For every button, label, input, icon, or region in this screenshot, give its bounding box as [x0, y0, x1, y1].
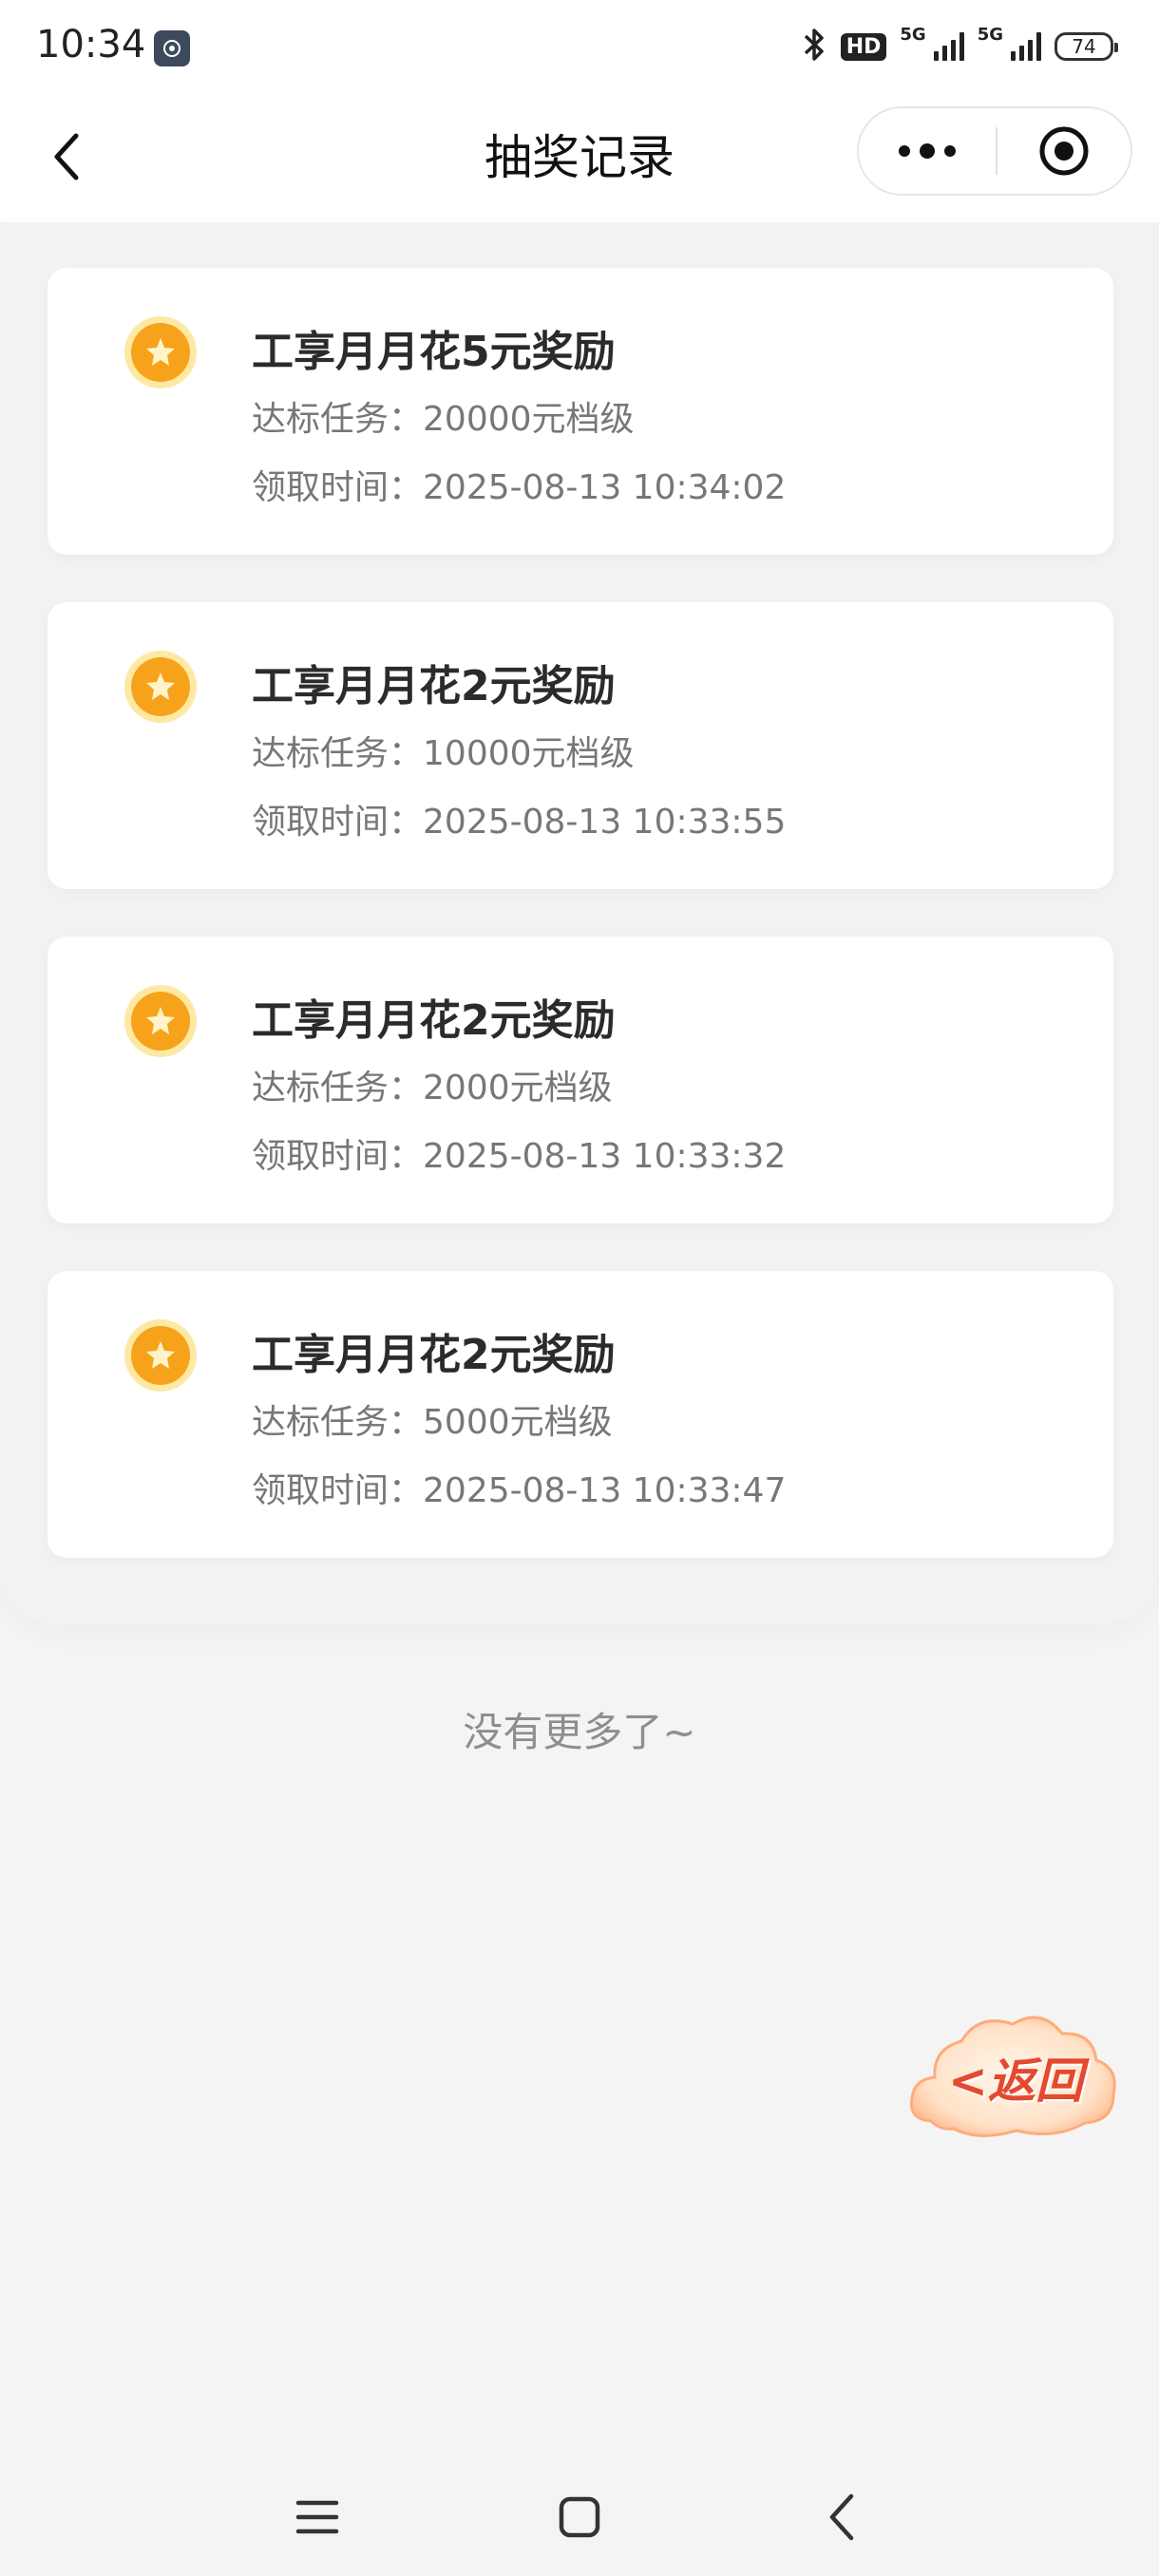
capsule-menu	[857, 106, 1132, 196]
record-time: 领取时间：2025-08-13 10:33:55	[252, 794, 786, 843]
time-value: 2025-08-13 10:33:47	[423, 1471, 787, 1510]
task-value: 5000元档级	[423, 1403, 613, 1442]
star-medal-icon	[124, 985, 197, 1057]
return-label: <返回	[948, 2054, 1083, 2109]
time-value: 2025-08-13 10:33:32	[423, 1137, 787, 1176]
home-icon	[559, 2496, 600, 2538]
menu-icon	[295, 2500, 339, 2534]
time-label: 领取时间：	[252, 1137, 424, 1176]
target-close-icon	[1039, 126, 1089, 176]
status-bar: 10:34 HD 5G 5G 74	[0, 0, 1159, 95]
signal-icon	[933, 32, 964, 61]
record-card[interactable]: 工享月月花5元奖励 达标任务：20000元档级 领取时间：2025-08-13 10…	[48, 268, 1113, 555]
record-card[interactable]: 工享月月花2元奖励 达标任务：5000元档级 领取时间：2025-08-13 10:…	[48, 1271, 1113, 1558]
close-button[interactable]	[998, 108, 1130, 194]
record-card[interactable]: 工享月月花2元奖励 达标任务：2000元档级 领取时间：2025-08-13 10:…	[48, 937, 1113, 1223]
record-title: 工享月月花2元奖励	[252, 662, 616, 710]
time-label: 领取时间：	[252, 803, 424, 842]
record-card[interactable]: 工享月月花2元奖励 达标任务：10000元档级 领取时间：2025-08-13 10…	[48, 602, 1113, 889]
star-medal-icon	[124, 316, 197, 388]
system-back-button[interactable]	[804, 2479, 880, 2555]
task-label: 达标任务：	[252, 400, 424, 439]
time-label: 领取时间：	[252, 468, 424, 507]
record-task: 达标任务：2000元档级	[252, 1060, 613, 1109]
system-nav-bar	[0, 2451, 1159, 2576]
battery-level: 74	[1072, 35, 1096, 58]
time-label: 领取时间：	[252, 1471, 424, 1510]
return-button[interactable]: <返回	[902, 1999, 1123, 2153]
more-dots-icon	[899, 143, 956, 159]
record-title: 工享月月花2元奖励	[252, 996, 616, 1045]
task-label: 达标任务：	[252, 1403, 424, 1442]
record-time: 领取时间：2025-08-13 10:33:47	[252, 1463, 786, 1512]
task-value: 2000元档级	[423, 1069, 613, 1108]
task-value: 20000元档级	[423, 400, 635, 439]
recent-apps-button[interactable]	[279, 2479, 355, 2555]
status-time: 10:34	[36, 23, 146, 66]
bluetooth-icon	[803, 27, 827, 66]
app-notification-icon	[154, 30, 190, 66]
status-icons: HD 5G 5G 74	[803, 25, 1118, 68]
network-type-1: 5G	[900, 25, 926, 45]
home-button[interactable]	[542, 2479, 618, 2555]
network-type-2: 5G	[977, 25, 1003, 45]
time-value: 2025-08-13 10:33:55	[423, 803, 787, 842]
back-icon	[829, 2493, 854, 2541]
signal-icon	[1011, 32, 1041, 61]
record-title: 工享月月花5元奖励	[252, 328, 616, 376]
battery-icon: 74	[1054, 32, 1118, 61]
star-medal-icon	[124, 651, 197, 723]
task-value: 10000元档级	[423, 734, 635, 773]
task-label: 达标任务：	[252, 1069, 424, 1108]
record-time: 领取时间：2025-08-13 10:34:02	[252, 460, 786, 509]
hd-voice-icon: HD	[840, 32, 887, 61]
task-label: 达标任务：	[252, 734, 424, 773]
record-task: 达标任务：5000元档级	[252, 1394, 613, 1444]
time-value: 2025-08-13 10:34:02	[423, 468, 787, 507]
record-title: 工享月月花2元奖励	[252, 1331, 616, 1379]
star-medal-icon	[124, 1319, 197, 1392]
nav-bar: 抽奖记录	[0, 95, 1159, 222]
no-more-text: 没有更多了~	[463, 1709, 696, 1755]
record-task: 达标任务：10000元档级	[252, 726, 635, 775]
record-time: 领取时间：2025-08-13 10:33:32	[252, 1128, 786, 1178]
more-button[interactable]	[859, 108, 996, 194]
record-task: 达标任务：20000元档级	[252, 391, 635, 441]
